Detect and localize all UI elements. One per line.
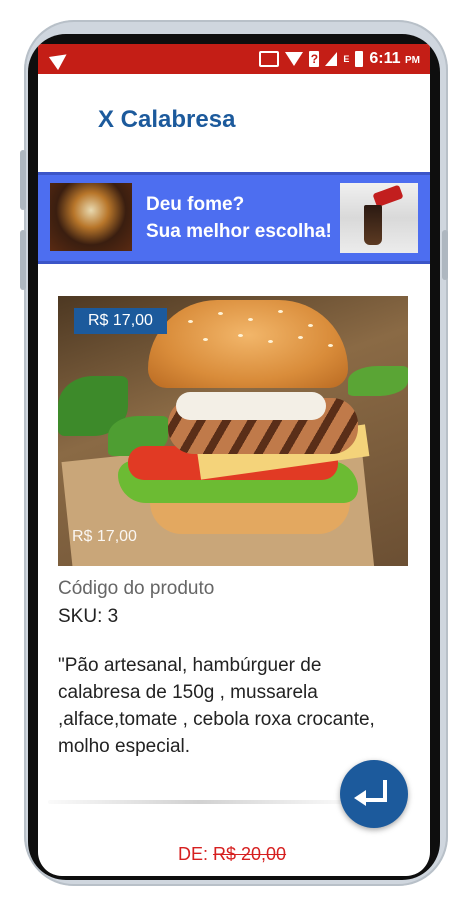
soda-glass (364, 205, 382, 245)
app-screen: ? E 6:11 PM X Calabresa Deu fome? Sua me… (38, 44, 430, 876)
send-icon (48, 47, 72, 71)
network-type: E (343, 54, 350, 64)
lettuce-leaf (348, 366, 408, 396)
power-button (442, 230, 448, 280)
old-price: DE: R$ 20,00 (178, 844, 287, 864)
product-code-label: Código do produto (58, 578, 215, 599)
bun-top (148, 300, 348, 388)
burger-thumbnail (50, 183, 132, 251)
banner-text: Deu fome? Sua melhor escolha! (146, 191, 332, 245)
banner-line-2: Sua melhor escolha! (146, 221, 332, 242)
product-image[interactable]: R$ 17,00 R$ 17,00 (58, 296, 408, 566)
soda-can (372, 184, 404, 208)
onion-layer (176, 392, 326, 420)
cast-icon (259, 51, 280, 67)
product-description: "Pão artesanal, hambúrguer de calabresa … (58, 655, 375, 757)
price-badge: R$ 17,00 (74, 308, 167, 334)
status-bar: ? E 6:11 PM (38, 44, 430, 74)
banner-line-1: Deu fome? (146, 194, 245, 215)
drink-thumbnail (340, 183, 418, 253)
promo-banner[interactable]: Deu fome? Sua melhor escolha! (38, 172, 430, 264)
volume-button (20, 230, 26, 290)
return-button[interactable] (340, 760, 408, 828)
price-overlay: R$ 17,00 (72, 528, 137, 545)
status-icons: ? E 6:11 PM (259, 48, 420, 70)
sim-icon: ? (309, 51, 320, 67)
wifi-icon (285, 52, 304, 66)
section-divider (48, 800, 348, 804)
signal-icon (325, 52, 338, 66)
product-sku: SKU: 3 (58, 606, 119, 627)
volume-button (20, 150, 26, 210)
clock: 6:11 PM (369, 50, 420, 67)
page-title: X Calabresa (98, 106, 236, 133)
battery-icon (355, 51, 364, 67)
